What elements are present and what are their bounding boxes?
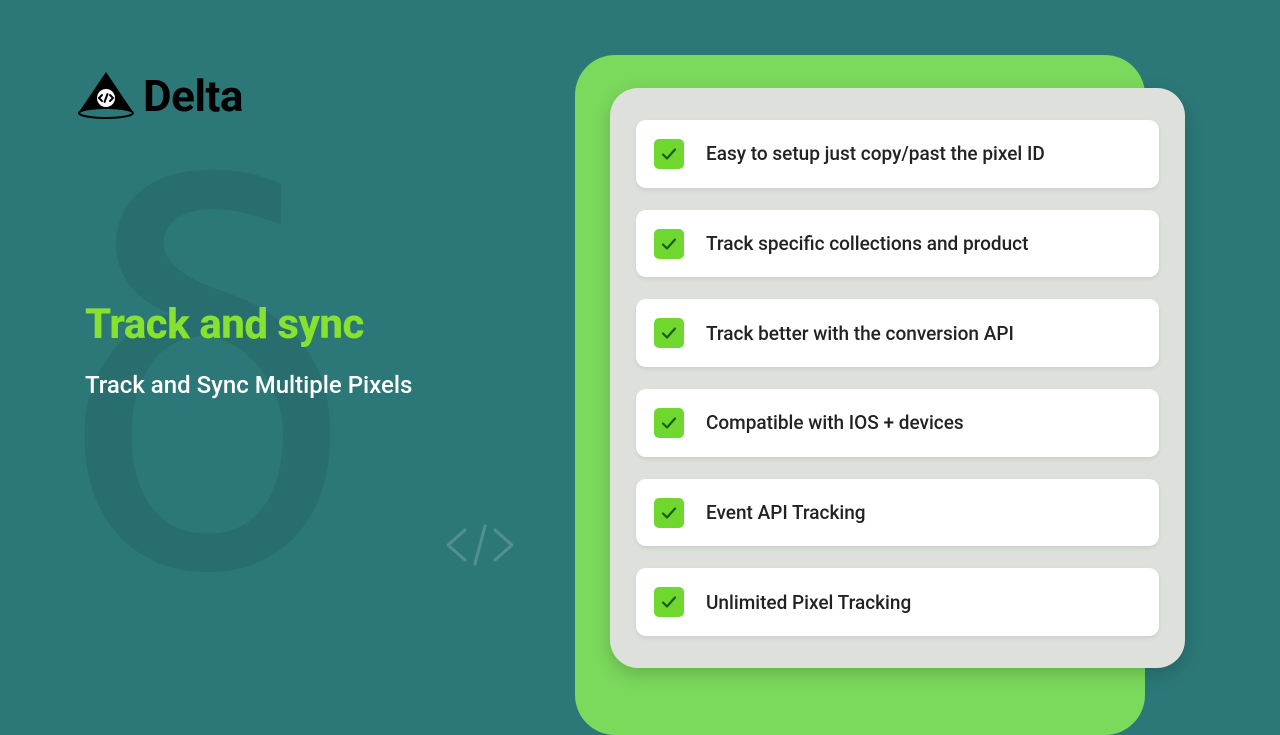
- features-card: Easy to setup just copy/past the pixel I…: [610, 88, 1185, 668]
- feature-item: Track better with the conversion API: [636, 299, 1159, 367]
- logo-mark-icon: [75, 70, 137, 122]
- brand-name: Delta: [143, 70, 243, 122]
- hero-section: Track and sync Track and Sync Multiple P…: [85, 300, 412, 399]
- feature-label: Event API Tracking: [706, 501, 866, 524]
- background-delta-glyph: δ: [60, 130, 540, 690]
- code-icon: [440, 520, 520, 574]
- feature-label: Compatible with IOS + devices: [706, 411, 964, 434]
- checkmark-icon: [654, 408, 684, 438]
- feature-item: Unlimited Pixel Tracking: [636, 568, 1159, 636]
- hero-title: Track and sync: [85, 300, 412, 349]
- checkmark-icon: [654, 587, 684, 617]
- checkmark-icon: [654, 229, 684, 259]
- checkmark-icon: [654, 498, 684, 528]
- feature-label: Track better with the conversion API: [706, 322, 1014, 345]
- hero-subtitle: Track and Sync Multiple Pixels: [85, 371, 412, 399]
- feature-label: Track specific collections and product: [706, 232, 1028, 255]
- brand-logo: Delta: [75, 70, 243, 122]
- checkmark-icon: [654, 139, 684, 169]
- feature-label: Easy to setup just copy/past the pixel I…: [706, 142, 1045, 165]
- checkmark-icon: [654, 318, 684, 348]
- feature-item: Compatible with IOS + devices: [636, 389, 1159, 457]
- feature-label: Unlimited Pixel Tracking: [706, 591, 911, 614]
- feature-item: Easy to setup just copy/past the pixel I…: [636, 120, 1159, 188]
- feature-item: Event API Tracking: [636, 479, 1159, 547]
- feature-item: Track specific collections and product: [636, 210, 1159, 278]
